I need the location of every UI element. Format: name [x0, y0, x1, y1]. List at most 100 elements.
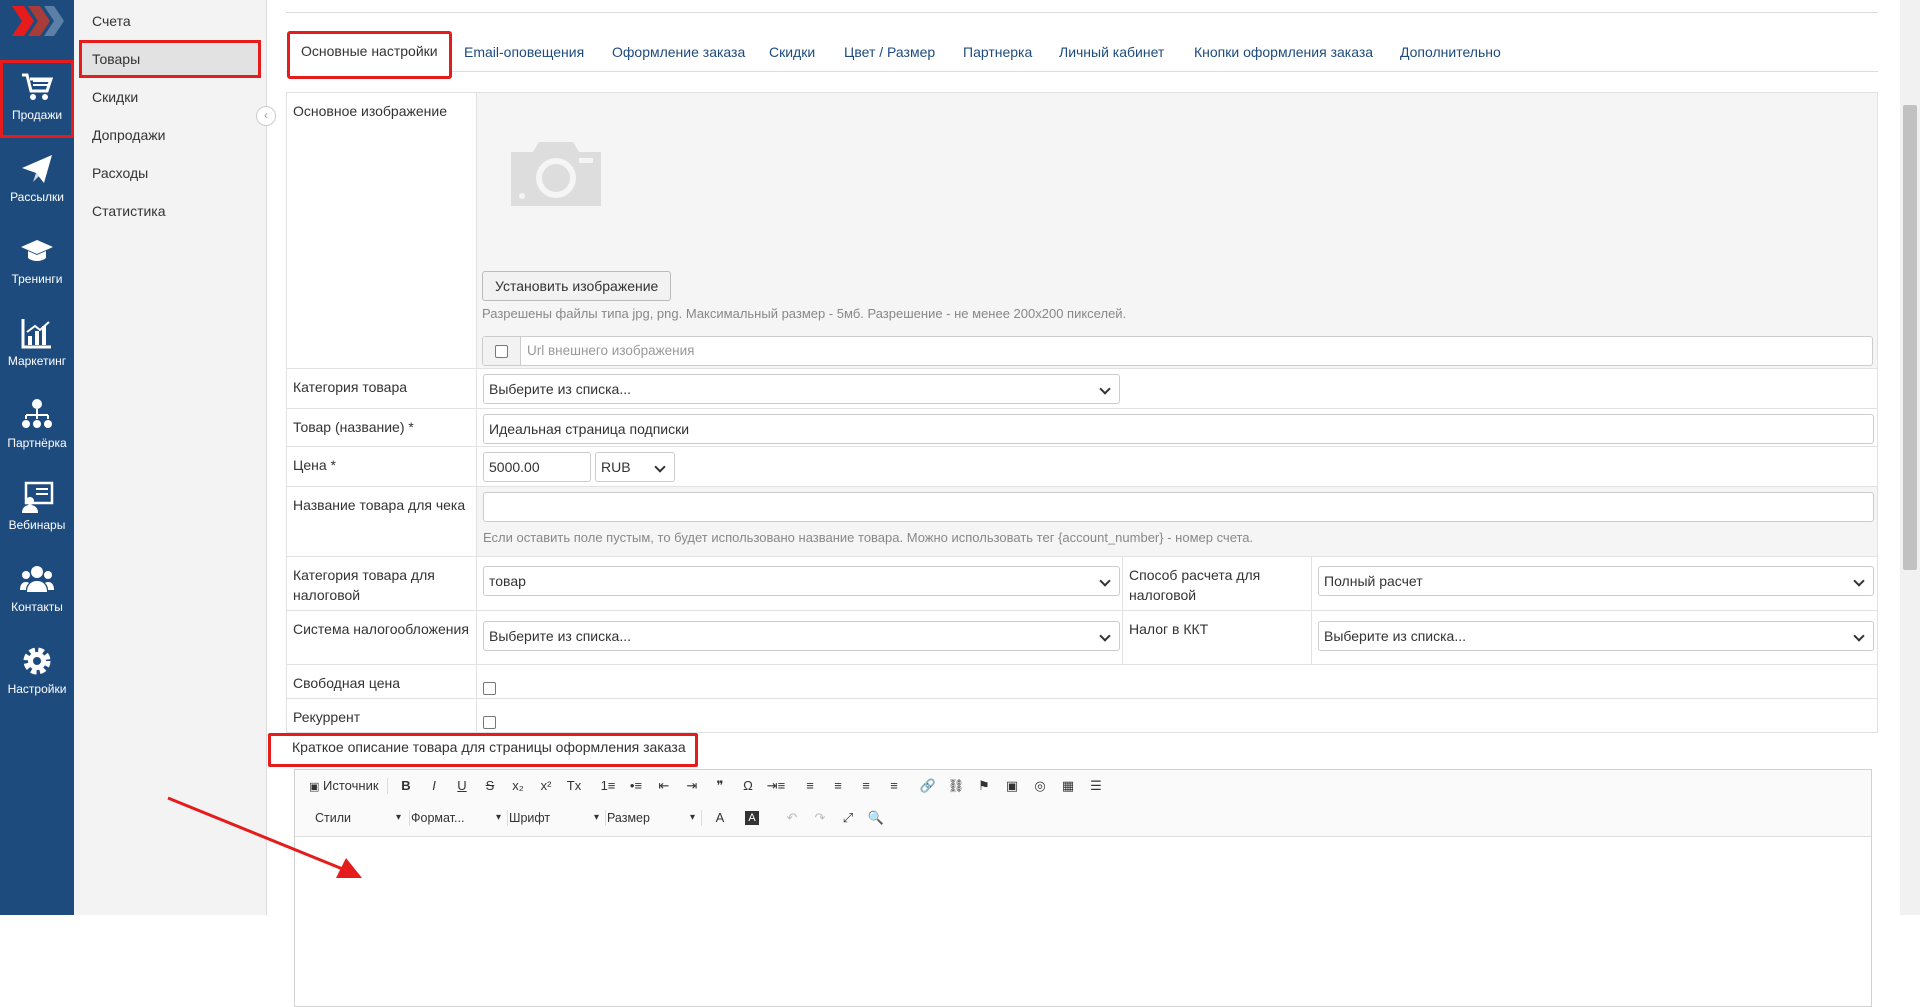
payment-method-select[interactable]: Полный расчет: [1318, 566, 1874, 596]
price-input[interactable]: 5000.00: [483, 452, 591, 482]
tax-system-select[interactable]: Выберите из списка...: [483, 621, 1120, 651]
annotation-arrow-icon: [167, 796, 362, 878]
subnav-item-statistics[interactable]: Статистика: [74, 192, 266, 230]
rail-item-mailings[interactable]: Рассылки: [0, 142, 74, 220]
image-url-input[interactable]: Url внешнего изображения: [527, 337, 695, 365]
tax-category-select[interactable]: товар: [483, 566, 1120, 596]
format-combo[interactable]: Формат...: [411, 808, 501, 828]
anchor-icon[interactable]: ⚑: [973, 776, 995, 796]
name-input[interactable]: Идеальная страница подписки: [483, 414, 1874, 444]
font-combo[interactable]: Шрифт: [509, 808, 599, 828]
logo-icon[interactable]: [10, 0, 66, 42]
chart-icon: [21, 319, 51, 349]
horizontal-rule-icon[interactable]: ☰: [1085, 776, 1107, 796]
align-justify-icon[interactable]: ≡: [883, 776, 905, 796]
recurrent-label: Рекуррент: [287, 699, 477, 732]
subnav-item-discounts[interactable]: Скидки: [74, 78, 266, 116]
align-right-icon[interactable]: ≡: [855, 776, 877, 796]
rail-item-settings[interactable]: Настройки: [0, 634, 74, 712]
rail-item-sales[interactable]: Продажи: [0, 60, 74, 138]
payment-method-label: Способ расчета для налоговой: [1122, 557, 1312, 610]
underline-icon[interactable]: U: [451, 776, 473, 796]
rail-label: Тренинги: [11, 272, 63, 286]
tab-checkout-buttons[interactable]: Кнопки оформления заказа: [1194, 32, 1373, 72]
editor-toolbar-row-1: ▣ Источник B I U Sx₂ x² Tx 1≡ •≡ ⇤ ⇥ ❞ Ω ⇥≡ ≡ ≡ ≡ ≡ 🔗 ⛓ ⚑ ▣ ◎…: [295, 770, 1871, 802]
receipt-name-hint: Если оставить поле пустым, то будет испо…: [483, 530, 1254, 545]
unlink-icon[interactable]: ⛓: [945, 776, 967, 796]
category-row: Категория товара Выберите из списка...: [286, 369, 1878, 409]
subnav-item-products[interactable]: Товары: [79, 40, 261, 78]
subnav-item-expenses[interactable]: Расходы: [74, 154, 266, 192]
indent-icon[interactable]: ⇥: [681, 776, 703, 796]
paper-plane-icon: [22, 155, 52, 183]
scrollbar[interactable]: [1900, 0, 1920, 915]
set-image-button[interactable]: Установить изображение: [482, 271, 672, 301]
rail-item-marketing[interactable]: Маркетинг: [0, 306, 74, 384]
kkt-tax-label: Налог в ККТ: [1122, 611, 1312, 664]
currency-select[interactable]: RUB: [595, 452, 675, 482]
table-icon[interactable]: ▦: [1057, 776, 1079, 796]
tab-discounts[interactable]: Скидки: [769, 32, 815, 72]
align-left-icon[interactable]: ≡: [799, 776, 821, 796]
free-price-row: Свободная цена: [286, 665, 1878, 699]
italic-icon[interactable]: I: [423, 776, 445, 796]
rail-item-webinars[interactable]: Вебинары: [0, 470, 74, 548]
tab-personal-account[interactable]: Личный кабинет: [1059, 32, 1164, 72]
image-url-checkbox-wrap: [483, 337, 521, 365]
divider: [286, 12, 1878, 13]
strike-icon[interactable]: S: [479, 776, 501, 796]
gear-icon: [23, 647, 51, 675]
bulleted-list-icon[interactable]: •≡: [625, 776, 647, 796]
free-price-checkbox[interactable]: [483, 682, 496, 695]
flash-icon[interactable]: ◎: [1029, 776, 1051, 796]
bg-color-icon[interactable]: A: [745, 811, 759, 825]
tab-main-settings[interactable]: Основные настройки: [287, 31, 452, 79]
outdent-icon[interactable]: ⇤: [653, 776, 675, 796]
image-icon[interactable]: ▣: [1001, 776, 1023, 796]
users-icon: [20, 566, 54, 592]
editor-content-area[interactable]: [295, 836, 1871, 1006]
special-char-icon[interactable]: Ω: [737, 776, 759, 796]
receipt-name-input[interactable]: [483, 492, 1874, 522]
link-icon[interactable]: 🔗: [917, 776, 939, 796]
webinar-icon: [22, 481, 54, 513]
rail-item-contacts[interactable]: Контакты: [0, 552, 74, 630]
tab-partners[interactable]: Партнерка: [963, 32, 1032, 72]
tab-color-size[interactable]: Цвет / Размер: [844, 32, 935, 72]
text-color-icon[interactable]: A: [709, 808, 731, 828]
subscript-icon[interactable]: x₂: [507, 776, 529, 796]
rail-item-partners[interactable]: Партнёрка: [0, 388, 74, 466]
indent-block-icon[interactable]: ⇥≡: [765, 776, 787, 796]
cart-icon: [22, 73, 54, 100]
maximize-icon[interactable]: ⤢: [837, 808, 859, 828]
image-label: Основное изображение: [287, 93, 477, 368]
image-url-checkbox[interactable]: [495, 345, 508, 358]
blockquote-icon[interactable]: ❞: [709, 776, 731, 796]
collapse-sidebar-icon[interactable]: ‹: [256, 106, 276, 126]
rail-label: Маркетинг: [7, 354, 67, 368]
superscript-icon[interactable]: x²: [535, 776, 557, 796]
recurrent-row: Рекуррент: [286, 699, 1878, 733]
name-label: Товар (название) *: [287, 409, 477, 446]
tab-additional[interactable]: Дополнительно: [1400, 32, 1501, 72]
scrollbar-thumb[interactable]: [1903, 105, 1917, 570]
preview-icon[interactable]: 🔍: [865, 808, 887, 828]
category-select[interactable]: Выберите из списка...: [483, 374, 1120, 404]
subnav-item-invoices[interactable]: Счета: [74, 2, 266, 40]
bold-icon[interactable]: B: [395, 776, 417, 796]
kkt-tax-select[interactable]: Выберите из списка...: [1318, 621, 1874, 651]
size-combo[interactable]: Размер: [607, 808, 695, 828]
numbered-list-icon[interactable]: 1≡: [597, 776, 619, 796]
tab-checkout-design[interactable]: Оформление заказа: [612, 32, 745, 72]
undo-icon[interactable]: ↶: [781, 808, 803, 828]
price-label: Цена *: [287, 447, 477, 486]
redo-icon[interactable]: ↷: [809, 808, 831, 828]
subnav-item-upsells[interactable]: Допродажи: [74, 116, 266, 154]
editor-toolbar-row-2: Стили Формат... Шрифт Размер AA↶↷⤢🔍: [295, 802, 1871, 834]
align-center-icon[interactable]: ≡: [827, 776, 849, 796]
tab-email-notifications[interactable]: Email-оповещения: [464, 32, 584, 72]
graduation-cap-icon: [21, 240, 53, 261]
recurrent-checkbox[interactable]: [483, 716, 496, 729]
rail-item-trainings[interactable]: Тренинги: [0, 224, 74, 302]
remove-format-icon[interactable]: Tx: [563, 776, 585, 796]
